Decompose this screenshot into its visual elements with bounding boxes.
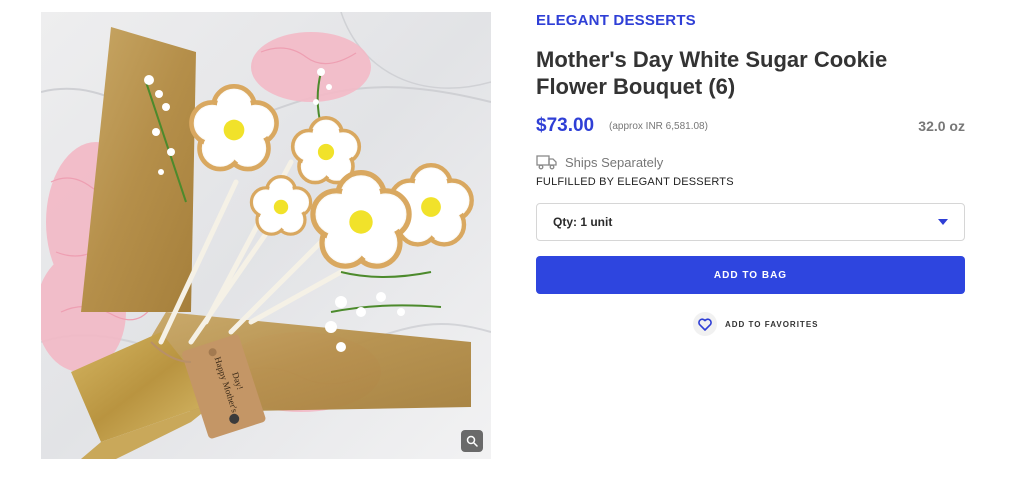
quantity-value: Qty: 1 unit xyxy=(553,215,613,229)
product-weight: 32.0 oz xyxy=(918,118,965,134)
chevron-down-icon xyxy=(938,219,948,225)
quantity-select[interactable]: Qty: 1 unit xyxy=(536,203,965,241)
zoom-button[interactable] xyxy=(461,430,483,452)
product-price: $73.00 xyxy=(536,115,595,136)
brand-link[interactable]: ELEGANT DESSERTS xyxy=(536,12,696,29)
add-to-favorites-button[interactable]: ADD TO FAVORITES xyxy=(693,312,819,336)
product-photo: Happy Mother's Day! xyxy=(41,12,491,459)
ships-separately-label: Ships Separately xyxy=(565,154,664,170)
fulfilled-by: FULFILLED BY ELEGANT DESSERTS xyxy=(536,176,734,188)
zoom-icon xyxy=(466,435,478,447)
add-to-bag-button[interactable]: ADD TO BAG xyxy=(536,256,965,294)
heart-icon-wrap xyxy=(693,312,717,336)
shipping-info: Ships Separately xyxy=(536,154,663,170)
heart-icon xyxy=(698,317,712,331)
truck-icon xyxy=(536,155,557,170)
product-title: Mother's Day White Sugar Cookie Flower B… xyxy=(536,47,888,99)
add-to-favorites-label: ADD TO FAVORITES xyxy=(725,319,819,329)
product-image[interactable]: Happy Mother's Day! xyxy=(41,12,491,459)
approx-price: (approx INR 6,581.08) xyxy=(609,121,708,132)
